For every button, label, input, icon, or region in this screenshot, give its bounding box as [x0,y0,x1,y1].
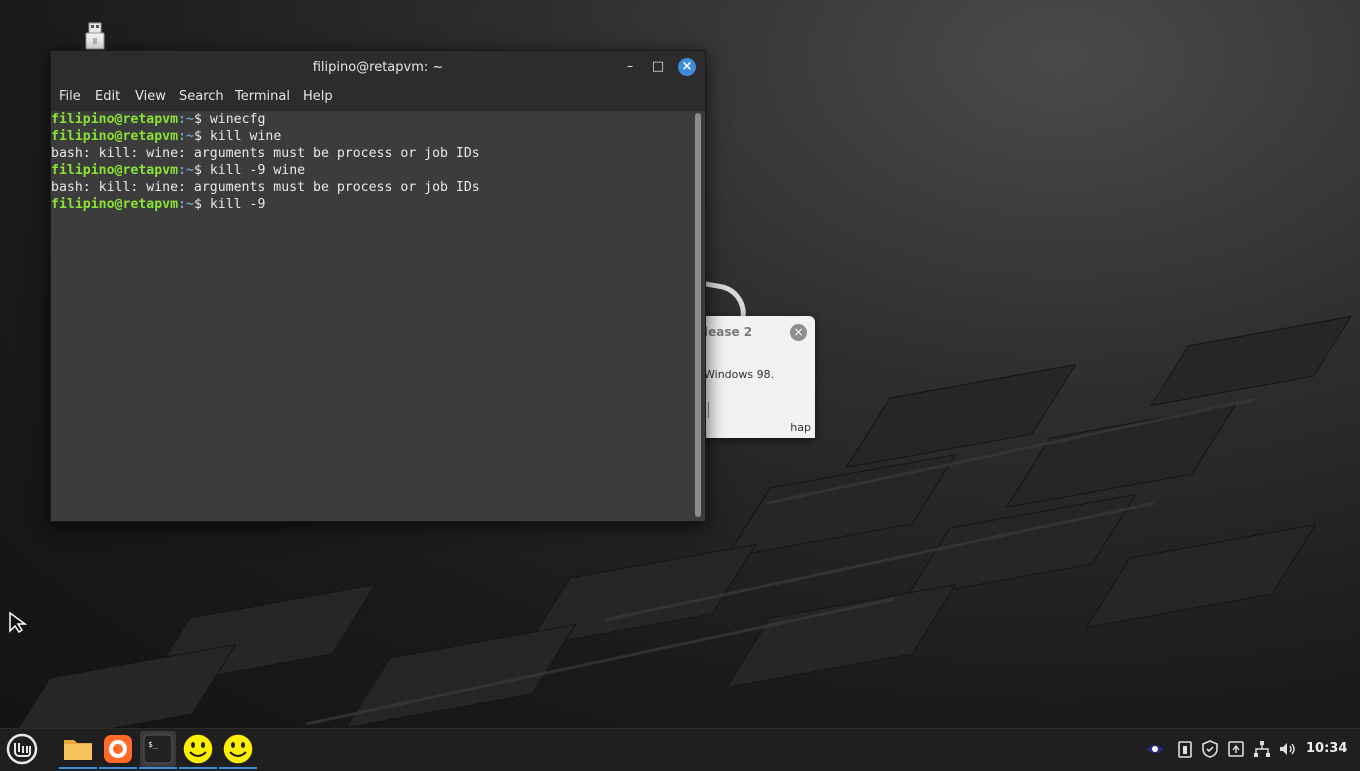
terminal-icon: $_ [143,734,173,764]
wine-app-button[interactable] [179,731,217,769]
taskbar: $_ 10:34 [0,728,1360,769]
mouse-cursor-icon [9,611,28,633]
minimize-icon[interactable]: – [621,58,639,76]
mint-logo-icon [6,733,38,765]
menu-view[interactable]: View [135,89,166,104]
menu-terminal[interactable]: Terminal [235,89,290,104]
folder-icon [64,740,92,760]
wine-dialog-close-icon[interactable]: × [790,324,807,341]
files-app-button[interactable] [59,731,97,769]
menu-help[interactable]: Help [303,89,333,104]
window-title: filipino@retapvm: ~ [312,60,444,75]
wine-dialog-corner-text: hap [790,421,811,434]
maximize-icon[interactable]: □ [649,58,667,76]
terminal-titlebar[interactable]: filipino@retapvm: ~ – □ × [51,51,705,83]
terminal-line: filipino@retapvm:~$ kill -9 wine [51,163,306,178]
smiley-icon [182,733,214,765]
terminal-app-button[interactable]: $_ [139,731,177,769]
firefox-icon [104,735,132,763]
clipboard-tray-icon[interactable] [1175,739,1195,759]
menu-search[interactable]: Search [179,89,224,104]
network-tray-icon[interactable] [1252,739,1272,759]
smiley-icon [222,733,254,765]
menu-file[interactable]: File [59,89,81,104]
terminal-output[interactable]: filipino@retapvm:~$ winecfg filipino@ret… [51,111,693,521]
terminal-line: bash: kill: wine: arguments must be proc… [51,146,480,161]
wine-app-button[interactable] [219,731,257,769]
terminal-line: filipino@retapvm:~$ winecfg [51,112,266,127]
taskbar-clock[interactable]: 10:34 [1306,741,1347,756]
eye-tray-icon[interactable] [1145,739,1165,759]
update-tray-icon[interactable] [1226,739,1246,759]
firefox-app-button[interactable] [99,731,137,769]
usb-drive-icon[interactable] [84,22,106,50]
shield-tray-icon[interactable] [1200,739,1220,759]
terminal-menubar: File Edit View Search Terminal Help [51,83,705,111]
terminal-window[interactable]: filipino@retapvm: ~ – □ × File Edit View… [50,50,706,522]
wine-dialog-title: lease 2 [704,325,753,339]
menu-edit[interactable]: Edit [95,89,120,104]
terminal-line: bash: kill: wine: arguments must be proc… [51,180,480,195]
volume-tray-icon[interactable] [1277,739,1297,759]
close-icon[interactable]: × [678,58,696,76]
svg-text:$_: $_ [148,740,158,749]
wine-dialog-message: y Windows 98. [694,368,775,381]
terminal-scrollbar[interactable] [695,113,701,517]
terminal-line: filipino@retapvm:~$ kill -9 [51,197,266,212]
wine-dialog[interactable]: lease 2 × y Windows 98. hap [690,316,815,438]
start-menu-button[interactable] [4,731,40,767]
terminal-line: filipino@retapvm:~$ kill wine [51,129,282,144]
